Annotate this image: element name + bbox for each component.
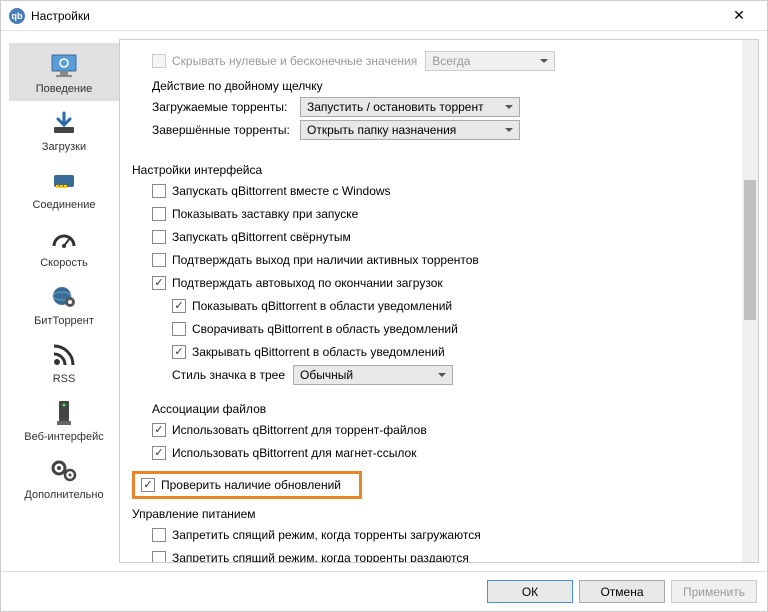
show-splash-label: Показывать заставку при запуске <box>172 207 358 221</box>
sidebar-item-advanced[interactable]: Дополнительно <box>9 449 119 507</box>
show-tray-label: Показывать qBittorrent в области уведомл… <box>192 299 452 313</box>
completed-dropdown[interactable]: Открыть папку назначения <box>300 120 520 140</box>
row-downloading: Загружаемые торренты: Запустить / остано… <box>152 97 746 117</box>
scrollbar[interactable] <box>742 40 758 562</box>
always-dropdown[interactable]: Всегда <box>425 51 555 71</box>
double-click-section: Действие по двойному щелчку <box>152 79 746 93</box>
footer: ОК Отмена Применить <box>1 571 767 611</box>
sidebar-item-connection[interactable]: Соединение <box>9 159 119 217</box>
show-splash-checkbox[interactable] <box>152 207 166 221</box>
completed-label: Завершённые торренты: <box>152 123 292 137</box>
check-updates-checkbox[interactable] <box>141 478 155 492</box>
prevent-sleep-seed-label: Запретить спящий режим, когда торренты р… <box>172 551 469 563</box>
titlebar: qb Настройки ✕ <box>1 1 767 31</box>
sidebar-label: БитТоррент <box>34 315 94 327</box>
start-with-windows-checkbox[interactable] <box>152 184 166 198</box>
close-button[interactable]: ✕ <box>719 2 759 30</box>
window-title: Настройки <box>31 9 719 23</box>
sidebar-label: Веб-интерфейс <box>24 431 103 443</box>
settings-window: qb Настройки ✕ Поведение Загрузки <box>0 0 768 612</box>
app-icon: qb <box>9 8 25 24</box>
sidebar-label: Соединение <box>32 199 95 211</box>
scrollbar-thumb[interactable] <box>744 180 756 320</box>
confirm-exit-checkbox[interactable] <box>152 253 166 267</box>
connection-icon <box>48 165 80 197</box>
prevent-sleep-seed-checkbox[interactable] <box>152 551 166 563</box>
check-updates-label: Проверить наличие обновлений <box>161 478 341 492</box>
assoc-torrent-checkbox[interactable] <box>152 423 166 437</box>
apply-button[interactable]: Применить <box>671 580 757 603</box>
assoc-torrent-label: Использовать qBittorrent для торрент-фай… <box>172 423 427 437</box>
cancel-button[interactable]: Отмена <box>579 580 665 603</box>
sidebar-label: Загрузки <box>42 141 86 153</box>
power-mgmt-section: Управление питанием <box>132 507 746 521</box>
start-minimized-checkbox[interactable] <box>152 230 166 244</box>
start-minimized-label: Запускать qBittorrent свёрнутым <box>172 230 351 244</box>
globe-gear-icon <box>48 281 80 313</box>
gears-icon <box>48 455 80 487</box>
close-tray-label: Закрывать qBittorrent в область уведомле… <box>192 345 445 359</box>
downloading-dropdown[interactable]: Запустить / остановить торрент <box>300 97 520 117</box>
speed-icon <box>48 223 80 255</box>
start-with-windows-label: Запускать qBittorrent вместе с Windows <box>172 184 391 198</box>
minimize-tray-label: Сворачивать qBittorrent в область уведом… <box>192 322 458 336</box>
download-icon <box>48 107 80 139</box>
prevent-sleep-dl-label: Запретить спящий режим, когда торренты з… <box>172 528 481 542</box>
row-hide-zero: Скрывать нулевые и бесконечные значения … <box>152 51 746 71</box>
row-tray-style: Стиль значка в трее Обычный <box>172 365 746 385</box>
close-tray-checkbox[interactable] <box>172 345 186 359</box>
sidebar-item-rss[interactable]: RSS <box>9 333 119 391</box>
assoc-magnet-label: Использовать qBittorrent для магнет-ссыл… <box>172 446 416 460</box>
hide-zero-checkbox[interactable] <box>152 54 166 68</box>
confirm-autoexit-checkbox[interactable] <box>152 276 166 290</box>
rss-icon <box>48 339 80 371</box>
sidebar-label: Скорость <box>40 257 88 269</box>
content: Поведение Загрузки Соединение Скорость <box>1 31 767 571</box>
main-panel: Скрывать нулевые и бесконечные значения … <box>119 39 759 563</box>
interface-settings-section: Настройки интерфейса <box>132 163 746 177</box>
sidebar-item-bittorrent[interactable]: БитТоррент <box>9 275 119 333</box>
tray-style-dropdown[interactable]: Обычный <box>293 365 453 385</box>
row-completed: Завершённые торренты: Открыть папку назн… <box>152 120 746 140</box>
sidebar-item-downloads[interactable]: Загрузки <box>9 101 119 159</box>
hide-zero-label: Скрывать нулевые и бесконечные значения <box>172 54 417 68</box>
tray-style-label: Стиль значка в трее <box>172 368 285 382</box>
assoc-magnet-checkbox[interactable] <box>152 446 166 460</box>
server-icon <box>48 397 80 429</box>
downloading-label: Загружаемые торренты: <box>152 100 292 114</box>
sidebar-label: RSS <box>53 373 76 385</box>
file-assoc-section: Ассоциации файлов <box>152 402 746 416</box>
sidebar-item-speed[interactable]: Скорость <box>9 217 119 275</box>
show-tray-checkbox[interactable] <box>172 299 186 313</box>
monitor-icon <box>48 49 80 81</box>
sidebar-item-behavior[interactable]: Поведение <box>9 43 119 101</box>
minimize-tray-checkbox[interactable] <box>172 322 186 336</box>
prevent-sleep-dl-checkbox[interactable] <box>152 528 166 542</box>
ok-button[interactable]: ОК <box>487 580 573 603</box>
sidebar-label: Дополнительно <box>24 489 103 501</box>
check-updates-highlight: Проверить наличие обновлений <box>132 471 362 499</box>
confirm-exit-label: Подтверждать выход при наличии активных … <box>172 253 479 267</box>
sidebar-label: Поведение <box>36 83 93 95</box>
sidebar-item-webui[interactable]: Веб-интерфейс <box>9 391 119 449</box>
confirm-autoexit-label: Подтверждать автовыход по окончании загр… <box>172 276 443 290</box>
sidebar: Поведение Загрузки Соединение Скорость <box>9 39 119 563</box>
